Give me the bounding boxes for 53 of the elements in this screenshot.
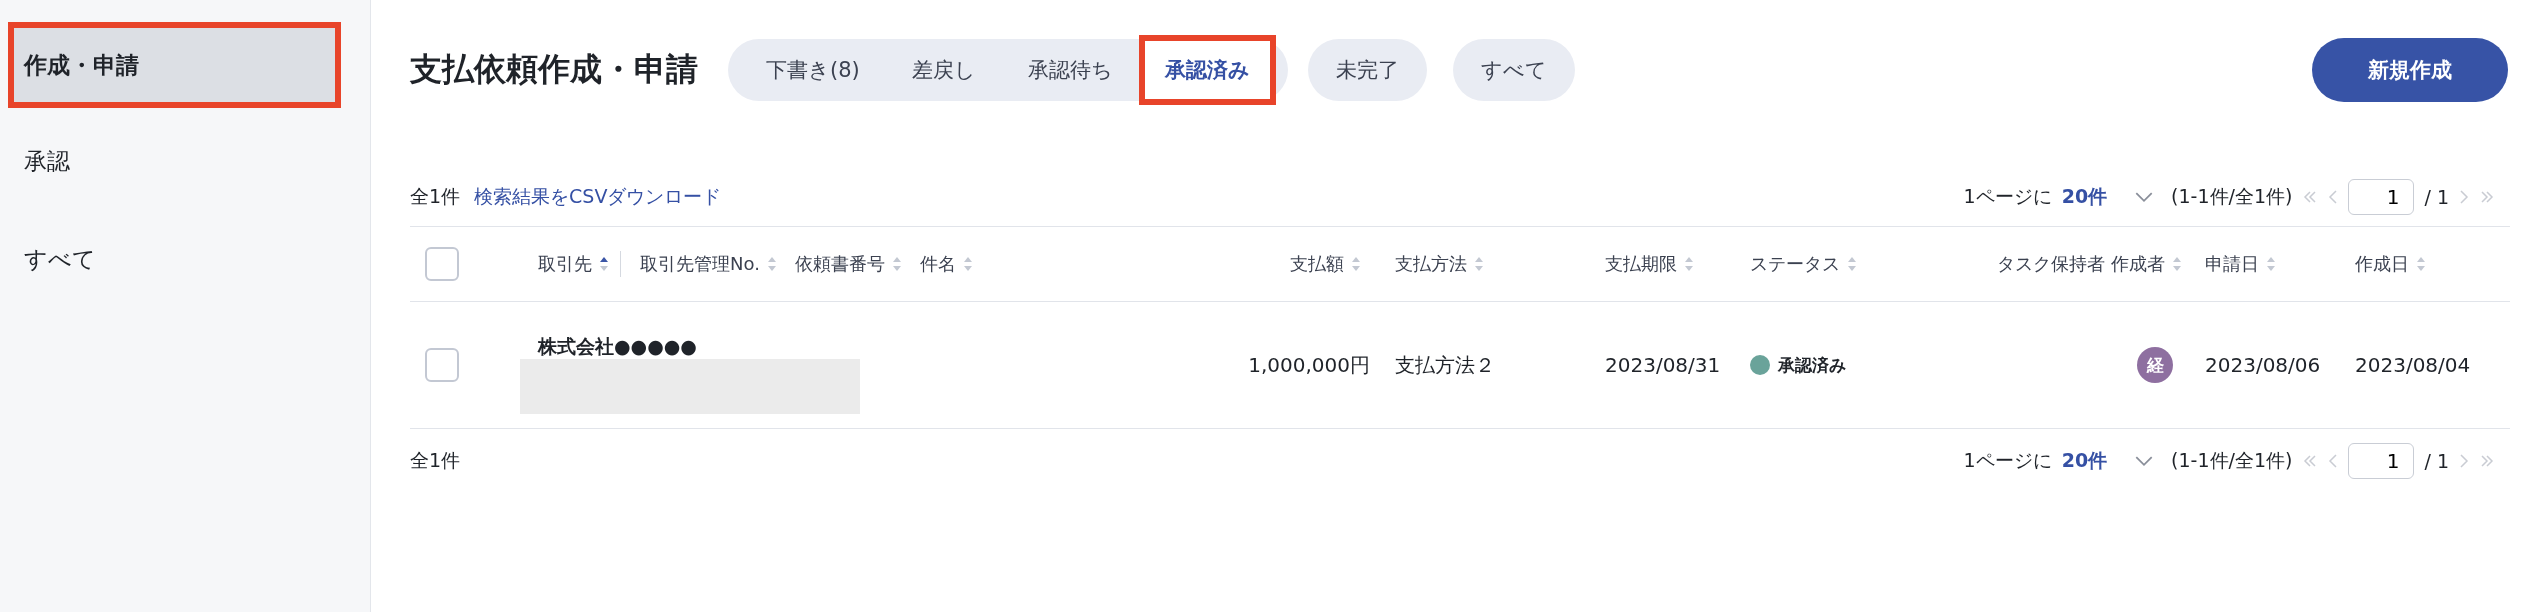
page-range: (1-1件/全1件) (2171, 448, 2293, 473)
page-range: (1-1件/全1件) (2171, 184, 2293, 209)
table-cell: 2023/08/04 (2355, 353, 2471, 377)
table-cell: 支払方法２ (1395, 352, 1495, 377)
table-cell-text: 株式会社●●●●● (538, 334, 697, 359)
result-count: 全1件 (410, 184, 461, 209)
filter-tab[interactable]: すべて (1452, 39, 1575, 101)
column-header[interactable]: 支払方法 (1395, 252, 1467, 276)
total-pages: / 1 (2424, 186, 2449, 208)
column-header[interactable]: 取引先管理No. (640, 252, 760, 276)
chevron-down-icon[interactable] (2135, 455, 2154, 467)
per-page-label: 1ページに (1963, 448, 2052, 473)
column-header: タスク保持者 (1997, 252, 2105, 276)
result-count: 全1件 (410, 448, 461, 473)
status-label: 承認済み (1778, 353, 1846, 377)
column-header[interactable]: 件名 (920, 252, 956, 276)
column-header[interactable]: 依頼書番号 (795, 252, 885, 276)
new-button[interactable]: 新規作成 (2312, 38, 2508, 102)
total-pages: / 1 (2424, 450, 2449, 472)
column-header[interactable]: 支払額 (1290, 252, 1344, 276)
sidebar-item[interactable]: 承認 (14, 124, 335, 198)
filter-tab[interactable]: 承認待ち (1007, 41, 1133, 99)
sort-icon[interactable] (600, 257, 608, 271)
per-page-select[interactable]: 20件 (2061, 448, 2108, 474)
previous-page-icon[interactable] (2328, 189, 2339, 205)
sidebar-item[interactable]: 作成・申請 (14, 28, 335, 102)
table-cell: 2023/08/06 (2205, 353, 2321, 377)
chevron-down-icon[interactable] (2135, 191, 2154, 203)
sidebar-item[interactable]: すべて (14, 222, 335, 296)
column-header[interactable]: 作成者 (2111, 252, 2165, 276)
filter-tab[interactable]: 差戻し (891, 41, 996, 99)
column-header[interactable]: ステータス (1750, 252, 1840, 276)
csv-download-link[interactable]: 検索結果をCSVダウンロード (474, 184, 722, 210)
per-page-select[interactable]: 20件 (2061, 184, 2108, 210)
column-header[interactable]: 支払期限 (1605, 252, 1677, 276)
column-header[interactable]: 取引先 (538, 252, 592, 276)
table-cell: 2023/08/31 (1605, 353, 1721, 377)
filter-tab[interactable]: 承認済み (1144, 41, 1270, 99)
select-all-checkbox[interactable] (425, 247, 459, 281)
creator-avatar: 経 (2137, 347, 2173, 383)
page-title: 支払依頼作成・申請 (410, 49, 698, 90)
page-input[interactable]: 1 (2348, 179, 2415, 215)
row-checkbox[interactable] (425, 348, 459, 382)
filter-tab[interactable]: 未完了 (1307, 39, 1427, 101)
column-header[interactable]: 作成日 (2355, 252, 2409, 276)
last-page-icon[interactable] (2479, 453, 2495, 469)
column-header[interactable]: 申請日 (2205, 252, 2259, 276)
table-cell: 1,000,000円 (1248, 351, 1370, 379)
filter-tab[interactable]: 下書き(8) (746, 41, 880, 99)
per-page-label: 1ページに (1963, 184, 2052, 209)
page-input[interactable]: 1 (2348, 443, 2415, 479)
last-page-icon[interactable] (2479, 189, 2495, 205)
previous-page-icon[interactable] (2328, 453, 2339, 469)
